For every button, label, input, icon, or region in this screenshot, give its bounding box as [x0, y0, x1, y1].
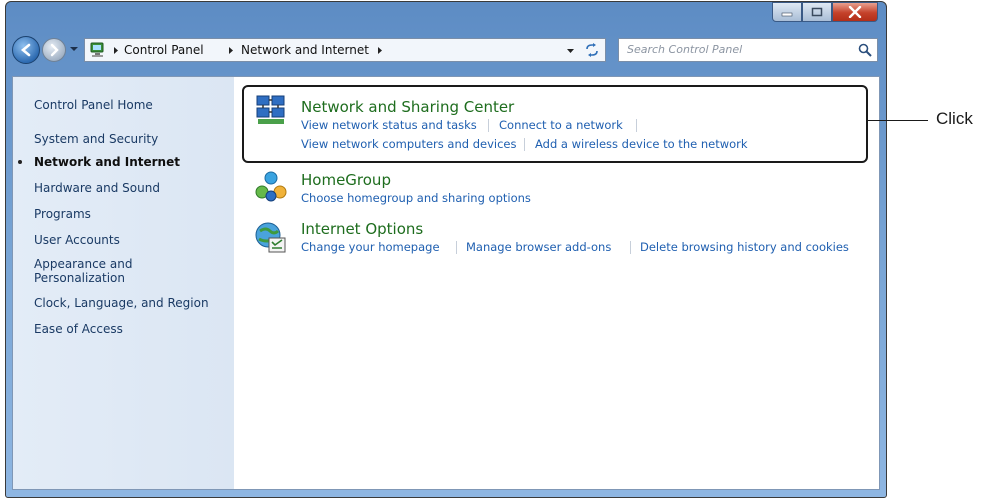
back-arrow-icon: [20, 43, 31, 57]
breadcrumb-network-and-internet[interactable]: Network and Internet: [241, 43, 369, 57]
sidebar: Control Panel Home System and Security N…: [13, 77, 234, 489]
search-placeholder[interactable]: Search Control Panel: [627, 43, 742, 56]
breadcrumb-separator-icon[interactable]: [227, 46, 235, 55]
close-button[interactable]: [832, 2, 878, 22]
address-bar[interactable]: Control Panel Network and Internet: [84, 38, 606, 62]
link-separator: [630, 241, 631, 254]
sidebar-item-ease-of-access[interactable]: Ease of Access: [34, 322, 123, 336]
homegroup-icon[interactable]: [254, 170, 288, 204]
control-panel-icon: [90, 42, 104, 57]
sidebar-item-network-and-internet[interactable]: Network and Internet: [18, 155, 180, 169]
breadcrumb-control-panel[interactable]: Control Panel: [124, 43, 204, 57]
minimize-button[interactable]: [772, 2, 802, 22]
search-box[interactable]: Search Control Panel: [618, 38, 878, 62]
forward-button[interactable]: [42, 38, 66, 62]
maximize-icon: [811, 7, 823, 17]
callout-line: [868, 120, 928, 121]
caption-buttons: [772, 2, 878, 22]
highlight-box-network-and-sharing-center: [242, 85, 868, 163]
back-button[interactable]: [12, 36, 40, 64]
sidebar-item-user-accounts[interactable]: User Accounts: [34, 233, 120, 247]
callout-click-label: Click: [936, 109, 973, 128]
sidebar-item-system-and-security[interactable]: System and Security: [34, 132, 158, 146]
close-icon: [848, 6, 862, 18]
link-choose-homegroup-options[interactable]: Choose homegroup and sharing options: [301, 191, 531, 205]
maximize-button[interactable]: [802, 2, 832, 22]
sidebar-item-programs[interactable]: Programs: [34, 207, 91, 221]
link-change-your-homepage[interactable]: Change your homepage: [301, 240, 440, 254]
category-internet-options[interactable]: Internet Options: [301, 220, 423, 238]
address-dropdown-icon[interactable]: [566, 47, 575, 55]
sidebar-item-label: Network and Internet: [34, 155, 180, 169]
control-panel-window: Control Panel Network and Internet Searc…: [5, 1, 887, 498]
sidebar-item-hardware-and-sound[interactable]: Hardware and Sound: [34, 181, 160, 195]
sidebar-item-clock-language-region[interactable]: Clock, Language, and Region: [34, 296, 209, 310]
refresh-icon[interactable]: [584, 42, 600, 58]
sidebar-item-appearance-and-personalization[interactable]: Appearance and Personalization: [34, 257, 184, 285]
navigation-bar: Control Panel Network and Internet Searc…: [12, 35, 880, 67]
internet-options-icon[interactable]: [254, 221, 288, 255]
minimize-icon: [781, 12, 793, 17]
category-homegroup[interactable]: HomeGroup: [301, 171, 391, 189]
forward-arrow-icon: [50, 43, 59, 57]
breadcrumb-separator-icon: [114, 47, 118, 54]
selected-bullet-icon: [18, 160, 22, 164]
sidebar-item-control-panel-home[interactable]: Control Panel Home: [34, 98, 153, 112]
link-manage-browser-add-ons[interactable]: Manage browser add-ons: [466, 240, 611, 254]
link-separator: [456, 241, 457, 254]
breadcrumb-separator-icon[interactable]: [376, 46, 384, 55]
search-icon[interactable]: [858, 43, 872, 57]
link-delete-browsing-history[interactable]: Delete browsing history and cookies: [640, 240, 849, 254]
recent-pages-dropdown-icon[interactable]: [69, 44, 79, 54]
